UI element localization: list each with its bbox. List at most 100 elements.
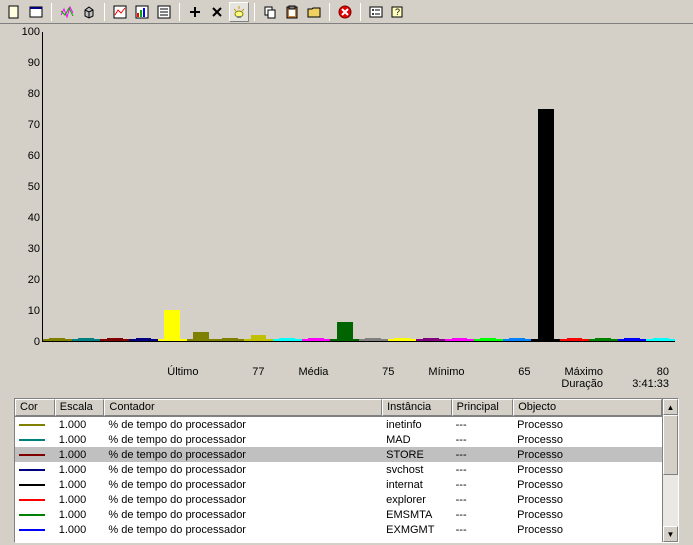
cell-principal: --- <box>452 479 514 491</box>
table-row[interactable]: 1.000% de tempo do processadorSTORE---Pr… <box>15 447 662 462</box>
stat-maximo-label: Máximo <box>564 366 603 378</box>
y-tick: 10 <box>28 305 40 317</box>
grid-header: Cor Escala Contador Instância Principal … <box>15 399 662 417</box>
scroll-up-icon[interactable]: ▲ <box>663 399 678 415</box>
new-icon[interactable] <box>4 2 24 22</box>
col-escala[interactable]: Escala <box>55 399 105 416</box>
stat-duracao-label: Duração <box>561 378 603 390</box>
cell-escala: 1.000 <box>55 434 105 446</box>
chart-icon[interactable] <box>110 2 130 22</box>
cell-objecto: Processo <box>513 479 662 491</box>
scroll-down-icon[interactable]: ▼ <box>663 526 678 542</box>
color-swatch <box>19 484 45 486</box>
cell-instancia: svchost <box>382 464 451 476</box>
cell-escala: 1.000 <box>55 419 105 431</box>
table-row[interactable]: 1.000% de tempo do processadorinetinfo--… <box>15 417 662 432</box>
y-tick: 30 <box>28 243 40 255</box>
highlight-icon[interactable] <box>229 2 249 22</box>
cell-instancia: inetinfo <box>382 419 451 431</box>
cell-instancia: EMSMTA <box>382 509 451 521</box>
window-icon[interactable] <box>26 2 46 22</box>
col-cor[interactable]: Cor <box>15 399 55 416</box>
scroll-thumb[interactable] <box>663 415 678 475</box>
scrollbar[interactable]: ▲ ▼ <box>662 399 678 542</box>
cell-escala: 1.000 <box>55 494 105 506</box>
color-swatch <box>19 514 45 516</box>
table-row[interactable]: 1.000% de tempo do processadorEXMGMT---P… <box>15 522 662 537</box>
y-tick: 50 <box>28 181 40 193</box>
col-objecto[interactable]: Objecto <box>513 399 662 416</box>
cell-escala: 1.000 <box>55 509 105 521</box>
stat-duracao-value: 3:41:33 <box>609 378 669 390</box>
color-swatch <box>19 439 45 441</box>
cell-instancia: explorer <box>382 494 451 506</box>
y-tick: 0 <box>34 336 40 348</box>
cell-principal: --- <box>452 509 514 521</box>
cell-instancia: internat <box>382 479 451 491</box>
folder-icon[interactable] <box>304 2 324 22</box>
y-tick: 70 <box>28 119 40 131</box>
chart-bar[interactable] <box>538 109 554 341</box>
cell-objecto: Processo <box>513 434 662 446</box>
col-principal[interactable]: Principal <box>452 399 514 416</box>
color-swatch <box>19 529 45 531</box>
table-row[interactable]: 1.000% de tempo do processadorsvchost---… <box>15 462 662 477</box>
counter-grid: Cor Escala Contador Instância Principal … <box>14 398 679 543</box>
stop-icon[interactable] <box>335 2 355 22</box>
cell-escala: 1.000 <box>55 479 105 491</box>
svg-text:?: ? <box>395 7 400 17</box>
cell-objecto: Processo <box>513 464 662 476</box>
paste-icon[interactable] <box>282 2 302 22</box>
cube-icon[interactable] <box>79 2 99 22</box>
help-icon[interactable]: ? <box>388 2 408 22</box>
add-icon[interactable] <box>185 2 205 22</box>
cell-objecto: Processo <box>513 494 662 506</box>
stats-panel: Último 77 Média 75 Mínimo 65 Máximo 80 D… <box>0 364 693 394</box>
delete-icon[interactable] <box>207 2 227 22</box>
cell-principal: --- <box>452 494 514 506</box>
stat-media-value: 75 <box>334 366 394 378</box>
spark-icon[interactable] <box>57 2 77 22</box>
chart-bar[interactable] <box>164 310 180 341</box>
table-row[interactable]: 1.000% de tempo do processadorinternat--… <box>15 477 662 492</box>
cell-objecto: Processo <box>513 524 662 536</box>
cell-principal: --- <box>452 464 514 476</box>
cell-principal: --- <box>452 524 514 536</box>
color-swatch <box>19 424 45 426</box>
y-axis: 0102030405060708090100 <box>14 32 42 342</box>
cell-instancia: MAD <box>382 434 451 446</box>
cell-contador: % de tempo do processador <box>104 464 382 476</box>
cell-principal: --- <box>452 419 514 431</box>
cell-contador: % de tempo do processador <box>104 509 382 521</box>
stat-ultimo-value: 77 <box>204 366 264 378</box>
stat-minimo-value: 65 <box>470 366 530 378</box>
color-swatch <box>19 499 45 501</box>
cell-principal: --- <box>452 449 514 461</box>
cell-contador: % de tempo do processador <box>104 434 382 446</box>
stat-ultimo-label: Último <box>167 366 198 378</box>
cell-contador: % de tempo do processador <box>104 449 382 461</box>
cell-escala: 1.000 <box>55 449 105 461</box>
col-contador[interactable]: Contador <box>104 399 382 416</box>
y-tick: 60 <box>28 150 40 162</box>
y-tick: 20 <box>28 274 40 286</box>
cell-escala: 1.000 <box>55 464 105 476</box>
copy-icon[interactable] <box>260 2 280 22</box>
stat-minimo-label: Mínimo <box>428 366 464 378</box>
y-tick: 100 <box>22 26 40 38</box>
cell-escala: 1.000 <box>55 524 105 536</box>
cell-contador: % de tempo do processador <box>104 479 382 491</box>
chart-plot[interactable] <box>42 32 675 342</box>
cell-contador: % de tempo do processador <box>104 419 382 431</box>
y-tick: 80 <box>28 88 40 100</box>
table-row[interactable]: 1.000% de tempo do processadorexplorer--… <box>15 492 662 507</box>
table-row[interactable]: 1.000% de tempo do processadorEMSMTA---P… <box>15 507 662 522</box>
cell-instancia: STORE <box>382 449 451 461</box>
cell-instancia: EXMGMT <box>382 524 451 536</box>
log-icon[interactable] <box>154 2 174 22</box>
col-instancia[interactable]: Instância <box>382 399 452 416</box>
color-swatch <box>19 454 45 456</box>
table-row[interactable]: 1.000% de tempo do processadorMAD---Proc… <box>15 432 662 447</box>
gauge-icon[interactable] <box>132 2 152 22</box>
options-icon[interactable] <box>366 2 386 22</box>
